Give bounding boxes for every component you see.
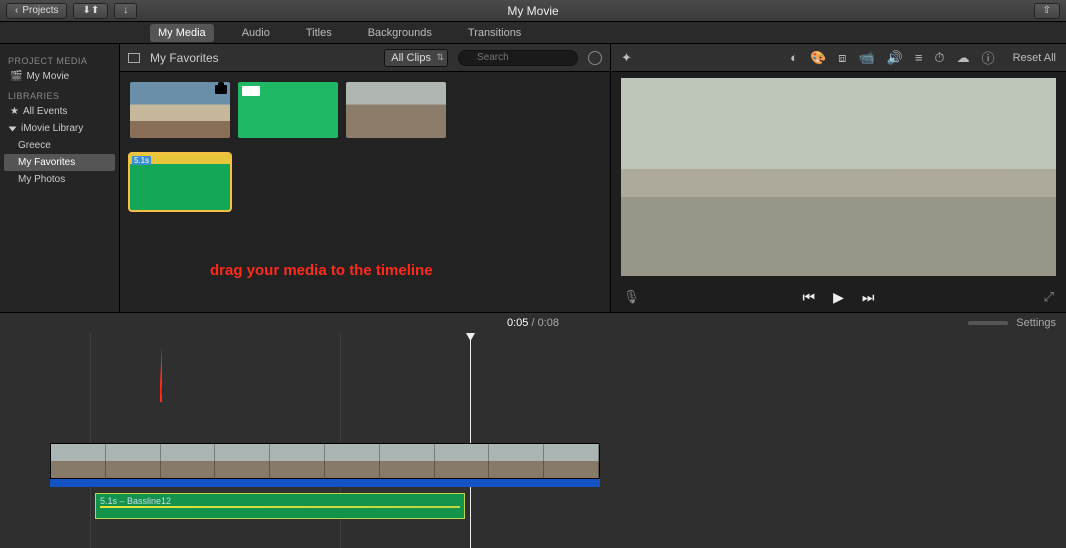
sidebar-item-my-movie[interactable]: 🎬 My Movie [4,68,115,85]
timeline-settings-button[interactable]: Settings [1016,317,1056,329]
tab-audio[interactable]: Audio [234,24,278,42]
sidebar-item-my-favorites[interactable]: My Favorites [4,154,115,171]
media-tabs: My Media Audio Titles Backgrounds Transi… [0,22,1066,44]
video-audio-strip [50,479,600,487]
microphone-icon[interactable]: 🎙 [623,289,640,305]
search-wrap [458,50,578,66]
color-correction-icon[interactable]: 🎨 [810,50,826,66]
sidebar-item-greece[interactable]: Greece [4,137,115,154]
magic-wand-icon[interactable]: ✦ [621,50,632,66]
audio-clip[interactable]: 5.1s – Bassline12 [95,493,465,519]
playback-controls: 🎙 ⏮ ▶ ⏭ ⤢ [611,282,1066,312]
color-balance-icon[interactable]: ◐ [790,50,798,65]
media-clip-selected[interactable]: 5.1s [130,154,230,210]
prev-button[interactable]: ⏮ [803,289,816,306]
sidebar-item-label: Greece [18,140,51,151]
import-button[interactable]: ⬇⬆ [73,3,108,19]
sidebar-header-project-media: PROJECT MEDIA [8,56,111,66]
window-title: My Movie [507,4,558,18]
sidebar: PROJECT MEDIA 🎬 My Movie LIBRARIES ★ All… [0,44,120,312]
share-button[interactable]: ⇧ [1034,3,1060,19]
share-icon: ⇧ [1043,5,1051,16]
tab-transitions[interactable]: Transitions [460,24,529,42]
chevron-left-icon: ‹ [15,5,18,16]
timeline-header: 0:05 / 0:08 Settings [0,313,1066,333]
disclosure-triangle-icon [9,126,17,131]
sidebar-item-label: My Movie [26,71,69,82]
next-button[interactable]: ⏭ [862,289,875,306]
media-browser: My Favorites All Clips 5.1s drag your me… [120,44,611,312]
timecode-total: / 0:08 [528,317,559,329]
viewer-toolbar: ✦ ◐ 🎨 ⧈ 📹 🔊 ≡ ⏱ ☁ ⓘ Reset All [611,44,1066,72]
main-content: PROJECT MEDIA 🎬 My Movie LIBRARIES ★ All… [0,44,1066,312]
preview-frame [621,78,1056,276]
download-button[interactable]: ↓ [114,3,137,19]
sidebar-item-imovie-library[interactable]: iMovie Library [4,120,115,137]
speed-icon[interactable]: ⏱ [934,50,944,66]
list-view-icon[interactable] [128,53,140,63]
annotation-text: drag your media to the timeline [210,262,433,279]
volume-icon[interactable]: 🔊 [887,50,903,66]
titlebar: ‹ Projects ⬇⬆ ↓ My Movie ⇧ [0,0,1066,22]
playhead[interactable] [470,333,471,548]
noise-reduction-icon[interactable]: ≡ [915,50,923,65]
tab-backgrounds[interactable]: Backgrounds [360,24,440,42]
media-clip[interactable] [238,82,338,138]
timeline-area: 0:05 / 0:08 Settings 5.1s – Bassline12 [0,312,1066,548]
camera-icon [215,85,227,94]
media-clip[interactable] [346,82,446,138]
media-grid: 5.1s drag your media to the timeline [120,72,610,312]
app-window: ‹ Projects ⬇⬆ ↓ My Movie ⇧ My Media Audi… [0,0,1066,548]
info-icon[interactable]: ⓘ [982,48,995,67]
sidebar-header-libraries: LIBRARIES [8,91,111,101]
stabilize-icon[interactable]: 📹 [858,50,874,66]
search-input[interactable] [458,50,578,66]
clip-filter-icon[interactable]: ☁ [957,50,970,66]
sidebar-item-my-photos[interactable]: My Photos [4,171,115,188]
video-clip[interactable] [50,443,600,479]
sidebar-item-label: iMovie Library [21,123,83,134]
sidebar-item-all-events[interactable]: ★ All Events [4,103,115,120]
back-to-projects-button[interactable]: ‹ Projects [6,3,67,19]
audio-waveform [100,506,460,508]
timecode-current: 0:05 [507,317,528,329]
clip-duration-tag: 5.1s [132,156,151,165]
viewer-panel: ✦ ◐ 🎨 ⧈ 📹 🔊 ≡ ⏱ ☁ ⓘ Reset All 🎙 ⏮ ▶ ⏭ ⤢ [611,44,1066,312]
content-filter-icon[interactable] [588,51,602,65]
film-icon: 🎬 [10,71,22,82]
preview-viewport[interactable] [621,78,1056,276]
zoom-slider[interactable] [968,321,1008,325]
import-icon: ⬇⬆ [82,5,99,16]
tab-my-media[interactable]: My Media [150,24,214,42]
media-clip[interactable] [130,82,230,138]
star-icon: ★ [10,106,19,117]
fullscreen-icon[interactable]: ⤢ [1044,289,1054,305]
download-icon: ↓ [123,5,128,16]
reset-all-button[interactable]: Reset All [1013,52,1056,64]
back-label: Projects [22,5,58,16]
clip-filter-dropdown[interactable]: All Clips [384,49,448,67]
browser-title: My Favorites [150,51,374,65]
timeline[interactable]: 5.1s – Bassline12 [0,333,1066,548]
sidebar-item-label: All Events [23,106,67,117]
sidebar-item-label: My Favorites [18,157,75,168]
tab-titles[interactable]: Titles [298,24,340,42]
play-button[interactable]: ▶ [833,289,844,306]
crop-icon[interactable]: ⧈ [838,50,846,66]
timeline-marker [90,333,91,548]
browser-toolbar: My Favorites All Clips [120,44,610,72]
sidebar-item-label: My Photos [18,174,65,185]
